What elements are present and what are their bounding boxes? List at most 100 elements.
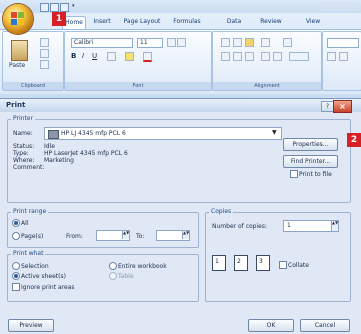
increase-indent-icon[interactable]: [273, 52, 282, 61]
table-label: Table: [118, 273, 134, 280]
tab-view[interactable]: View: [302, 16, 324, 28]
dialog-title-bar: Print ? ×: [0, 99, 361, 113]
copy-icon[interactable]: [40, 49, 49, 58]
center-icon[interactable]: [233, 52, 242, 61]
align-left-icon[interactable]: [221, 52, 230, 61]
from-label: From:: [66, 233, 83, 240]
printer-dropdown-icon[interactable]: ▼: [272, 129, 277, 136]
collate-checkbox[interactable]: [279, 261, 287, 269]
range-pages-label: Page(s): [21, 233, 44, 240]
printer-icon: [48, 130, 59, 139]
ok-button[interactable]: OK: [248, 319, 294, 332]
wrap-text-icon[interactable]: [283, 38, 292, 47]
alignment-group: Alignment: [212, 31, 322, 91]
window-controls[interactable]: [320, 2, 356, 10]
selection-label: Selection: [21, 263, 49, 270]
tab-formulas[interactable]: Formulas: [170, 16, 204, 28]
copies-spinner-icon[interactable]: ▲▼: [331, 221, 338, 231]
to-spinner-icon[interactable]: ▲▼: [182, 231, 189, 239]
font-name-value: Calibri: [74, 39, 94, 46]
decrease-indent-icon[interactable]: [261, 52, 270, 61]
from-field[interactable]: ▲▼: [96, 230, 130, 241]
align-bottom-icon[interactable]: [245, 38, 254, 47]
status-label: Status:: [13, 143, 35, 150]
close-button[interactable]: ×: [333, 100, 352, 113]
borders-icon[interactable]: [107, 52, 116, 61]
font-group-label: Font: [65, 82, 211, 90]
collate-page-3-icon: 3: [256, 255, 270, 271]
align-middle-icon[interactable]: [233, 38, 242, 47]
properties-button[interactable]: Properties...: [283, 138, 338, 151]
align-right-icon[interactable]: [245, 52, 254, 61]
preview-button[interactable]: Preview: [8, 319, 54, 332]
fill-color-icon[interactable]: [125, 52, 134, 61]
type-value: HP LaserJet 4345 mfp PCL 6: [44, 150, 128, 157]
active-sheets-radio[interactable]: [12, 272, 20, 280]
number-group: [322, 31, 361, 91]
type-label: Type:: [13, 150, 29, 157]
range-all-label: All: [21, 220, 29, 227]
printer-name-select[interactable]: HP LJ 4345 mfp PCL 6 ▼: [44, 127, 282, 140]
cancel-button[interactable]: Cancel: [300, 319, 350, 332]
active-sheets-label: Active sheet(s): [21, 273, 66, 280]
percent-icon[interactable]: [339, 52, 348, 61]
find-printer-button[interactable]: Find Printer...: [283, 155, 338, 168]
entire-workbook-label: Entire workbook: [118, 263, 167, 270]
where-value: Marketing: [44, 157, 74, 164]
orientation-icon[interactable]: [261, 38, 270, 47]
copies-label: Copies: [209, 208, 234, 215]
ignore-areas-checkbox[interactable]: [12, 283, 20, 291]
tab-page-layout[interactable]: Page Layout: [120, 16, 164, 28]
italic-icon[interactable]: I: [82, 52, 84, 60]
underline-icon[interactable]: U: [92, 52, 97, 60]
bold-icon[interactable]: B: [71, 52, 76, 60]
grow-font-icon[interactable]: [167, 38, 176, 47]
collate-page-2-icon: 2: [234, 255, 248, 271]
status-value: Idle: [44, 143, 55, 150]
qat-dropdown-icon[interactable]: ▾: [72, 4, 80, 9]
undo-icon[interactable]: [50, 3, 59, 12]
save-icon[interactable]: [40, 3, 49, 12]
printer-name-value: HP LJ 4345 mfp PCL 6: [61, 130, 126, 137]
print-what-label: Print what: [11, 250, 46, 257]
print-to-file-label: Print to file: [299, 171, 332, 178]
cut-icon[interactable]: [40, 38, 49, 47]
entire-workbook-radio[interactable]: [109, 262, 117, 270]
dialog-title: Print: [6, 101, 26, 109]
copies-field[interactable]: 1 ▲▼: [283, 220, 339, 232]
font-size-select[interactable]: 11: [137, 38, 163, 48]
merge-center-icon[interactable]: [289, 52, 309, 61]
office-logo-icon: [11, 12, 24, 25]
clipboard-group-label: Clipboard: [3, 82, 63, 90]
print-to-file-checkbox[interactable]: [290, 170, 298, 178]
font-group: Calibri 11 B I U Font: [64, 31, 212, 91]
format-painter-icon[interactable]: [40, 60, 49, 69]
redo-icon[interactable]: [60, 3, 69, 12]
comment-label: Comment:: [13, 164, 45, 171]
selection-radio[interactable]: [12, 262, 20, 270]
collate-label: Collate: [288, 262, 309, 269]
tab-insert[interactable]: Insert: [89, 16, 115, 28]
align-top-icon[interactable]: [221, 38, 230, 47]
tab-review[interactable]: Review: [256, 16, 286, 28]
ignore-areas-label: Ignore print areas: [21, 284, 75, 291]
tab-data[interactable]: Data: [222, 16, 246, 28]
paste-icon[interactable]: [11, 40, 28, 61]
paste-label[interactable]: Paste: [9, 62, 25, 69]
collate-page-1-icon: 1: [212, 255, 226, 271]
number-format-select[interactable]: [327, 38, 359, 48]
currency-icon[interactable]: [327, 52, 336, 61]
shrink-font-icon[interactable]: [177, 38, 186, 47]
table-radio[interactable]: [109, 272, 117, 280]
font-name-select[interactable]: Calibri: [71, 38, 133, 48]
to-field[interactable]: ▲▼: [156, 230, 190, 241]
from-spinner-icon[interactable]: ▲▼: [122, 231, 129, 239]
font-color-icon[interactable]: [143, 52, 152, 62]
range-all-radio[interactable]: [12, 219, 20, 227]
copies-value: 1: [287, 222, 291, 229]
alignment-group-label: Alignment: [213, 82, 321, 90]
step-badge-1: 1: [52, 12, 66, 26]
to-label: To:: [136, 233, 145, 240]
step-badge-2: 2: [347, 133, 361, 147]
range-pages-radio[interactable]: [12, 232, 20, 240]
